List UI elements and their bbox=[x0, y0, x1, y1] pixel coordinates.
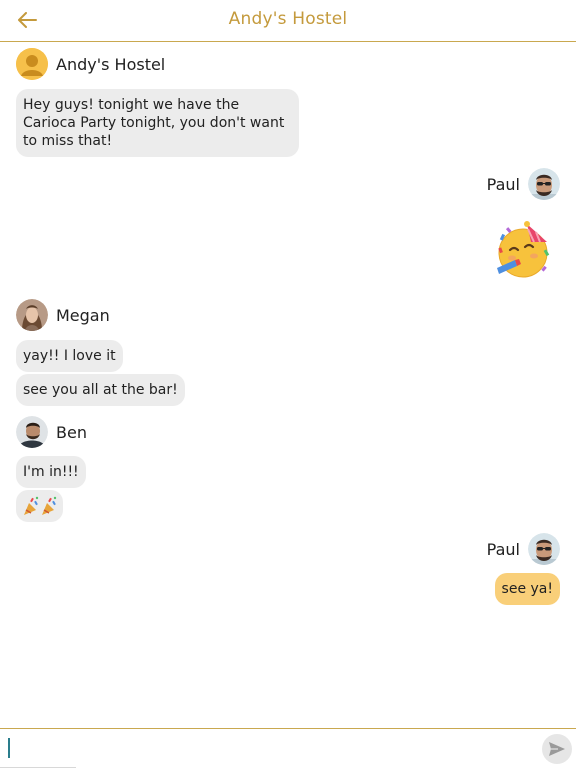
party-popper-icon bbox=[24, 496, 57, 515]
sender-name: Andy's Hostel bbox=[56, 54, 166, 74]
sender-name: Megan bbox=[56, 305, 110, 325]
megan-photo-avatar[interactable] bbox=[16, 299, 48, 331]
paul-photo-avatar[interactable] bbox=[528, 533, 560, 565]
partying-face-icon bbox=[497, 221, 550, 278]
message-sender-row: Andy's Hostel bbox=[16, 48, 165, 80]
ben-photo-avatar[interactable] bbox=[16, 416, 48, 448]
default-user-avatar[interactable] bbox=[16, 48, 48, 80]
header-bar: Andy's Hostel bbox=[0, 0, 576, 42]
message-sender-row: Megan bbox=[16, 299, 110, 331]
message-sender-row: Paul bbox=[487, 168, 560, 200]
paul-photo-avatar[interactable] bbox=[528, 168, 560, 200]
message-sender-row: Paul bbox=[487, 533, 560, 565]
message-bubble[interactable]: I'm in!!! bbox=[16, 456, 86, 488]
message-bubble[interactable]: Hey guys! tonight we have the Carioca Pa… bbox=[16, 89, 299, 157]
person-icon bbox=[16, 48, 48, 80]
person-photo bbox=[528, 533, 560, 565]
person-photo bbox=[16, 299, 48, 331]
message-sender-row: Ben bbox=[16, 416, 87, 448]
sender-name: Paul bbox=[486, 539, 520, 559]
sender-name: Paul bbox=[486, 174, 520, 194]
message-input[interactable] bbox=[6, 735, 530, 763]
person-photo bbox=[528, 168, 560, 200]
own-message-bubble[interactable]: see ya! bbox=[494, 573, 560, 605]
sender-name: Ben bbox=[56, 422, 87, 442]
partying-face-emoji[interactable] bbox=[493, 220, 555, 282]
send-icon bbox=[549, 742, 565, 756]
message-bubble[interactable]: yay!! I love it bbox=[16, 340, 123, 372]
send-button[interactable] bbox=[542, 734, 572, 764]
text-caret bbox=[8, 738, 10, 758]
person-photo bbox=[16, 416, 48, 448]
message-bubble[interactable] bbox=[16, 490, 63, 522]
page-title: Andy's Hostel bbox=[228, 9, 348, 29]
message-bubble[interactable]: see you all at the bar! bbox=[16, 374, 185, 406]
message-composer bbox=[0, 728, 576, 768]
chat-screen: Andy's Hostel Andy's Hostel Hey guys! to… bbox=[0, 0, 576, 768]
